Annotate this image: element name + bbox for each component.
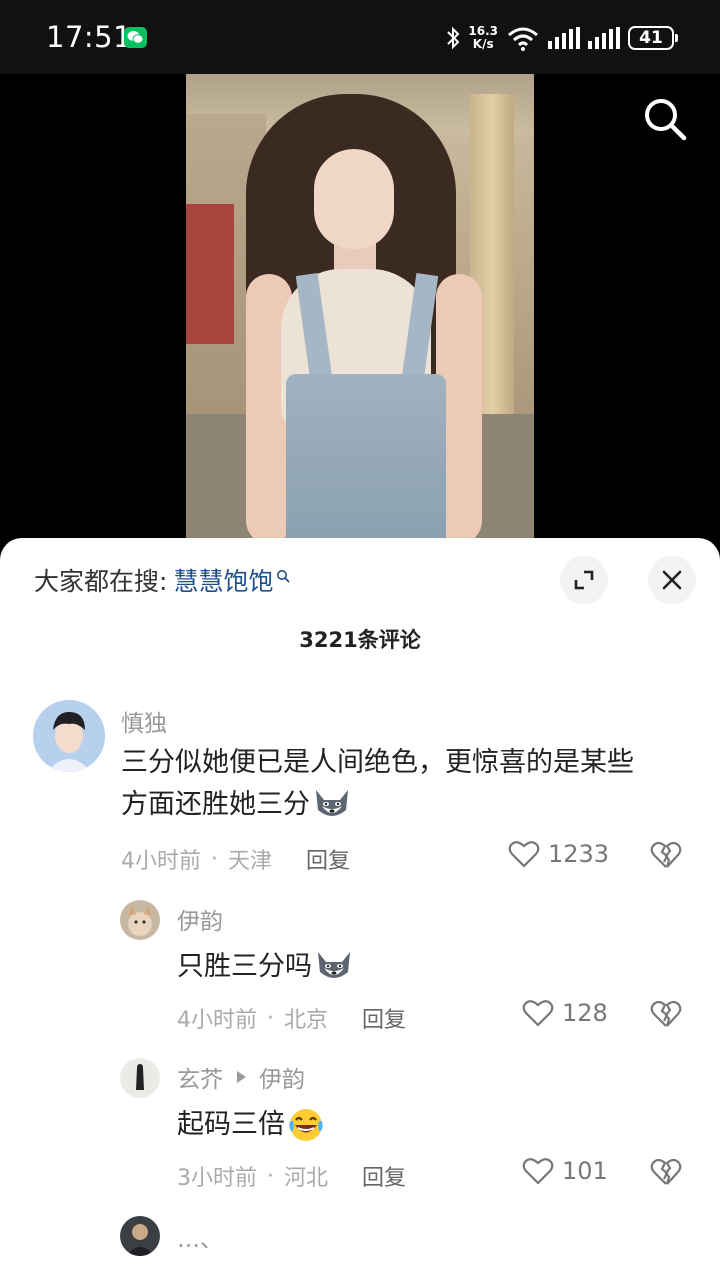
comment-text-line2-wrap: 方面还胜她三分 bbox=[121, 784, 634, 826]
like-count: 101 bbox=[562, 1157, 608, 1185]
battery-icon: 41 bbox=[628, 26, 678, 50]
battery-level: 41 bbox=[639, 28, 663, 48]
meta-separator: · bbox=[267, 1163, 274, 1189]
comment-text: 只胜三分吗 bbox=[177, 946, 354, 988]
comment-meta: 3小时前 · 河北 回复 bbox=[177, 1160, 406, 1192]
comment-location: 北京 bbox=[284, 1008, 329, 1033]
like-count: 1233 bbox=[548, 840, 610, 868]
net-speed: 16.3 K/s bbox=[468, 25, 498, 51]
signal-icon bbox=[588, 27, 620, 49]
meta-separator: · bbox=[211, 846, 218, 872]
comment-count: 3221条评论 bbox=[299, 628, 421, 652]
dislike-button[interactable] bbox=[650, 840, 682, 874]
expand-button[interactable] bbox=[560, 556, 608, 604]
heart-icon bbox=[522, 1158, 554, 1185]
screen: 17:51 16.3 K/s 41 大家都在搜: 慧慧饱饱 3221条评论 慎独… bbox=[0, 0, 720, 1267]
status-time: 17:51 bbox=[46, 20, 133, 54]
scene-door bbox=[186, 204, 234, 344]
comment-time: 3小时前 bbox=[177, 1166, 257, 1191]
comment-meta: 4小时前 · 天津 回复 bbox=[121, 843, 350, 875]
like-button[interactable]: 101 bbox=[522, 1156, 608, 1186]
comment-text-line: 方面还胜她三分 bbox=[121, 789, 310, 820]
figure-overalls bbox=[286, 374, 446, 544]
laughing-emoji-icon bbox=[289, 1109, 323, 1141]
comment-location: 河北 bbox=[284, 1166, 329, 1191]
search-icon bbox=[645, 99, 687, 141]
net-speed-unit: K/s bbox=[472, 37, 494, 51]
comment-text-line: 只胜三分吗 bbox=[177, 951, 312, 982]
signal-icon bbox=[548, 27, 580, 49]
close-button[interactable] bbox=[648, 556, 696, 604]
suggest-label: 大家都在搜: bbox=[34, 567, 168, 596]
comment-location: 天津 bbox=[228, 849, 273, 874]
like-count: 128 bbox=[562, 999, 608, 1027]
reply-to-username[interactable]: 伊韵 bbox=[259, 1060, 305, 1094]
comment-text-line: 起码三倍 bbox=[177, 1109, 285, 1140]
search-suggestion: 大家都在搜: 慧慧饱饱 bbox=[34, 562, 290, 598]
comment-meta: 4小时前 · 北京 回复 bbox=[177, 1002, 406, 1034]
comment-username[interactable]: 伊韵 bbox=[177, 902, 223, 936]
dislike-button[interactable] bbox=[650, 999, 682, 1033]
comment-text-line: 三分似她便已是人间绝色，更惊喜的是某些 bbox=[121, 747, 634, 778]
like-button[interactable]: 128 bbox=[522, 998, 608, 1028]
avatar[interactable] bbox=[120, 1216, 160, 1256]
heart-icon bbox=[522, 1000, 554, 1027]
heart-icon bbox=[508, 841, 540, 868]
caret-right-icon bbox=[237, 1071, 246, 1083]
comment-time: 4小时前 bbox=[177, 1008, 257, 1033]
comment-username-line: 玄芥 伊韵 bbox=[177, 1060, 305, 1094]
comment-text: 三分似她便已是人间绝色，更惊喜的是某些 方面还胜她三分 bbox=[121, 742, 634, 826]
avatar[interactable] bbox=[120, 1058, 160, 1098]
status-bar: 17:51 16.3 K/s 41 bbox=[0, 0, 720, 74]
comment-username[interactable]: …、 bbox=[177, 1220, 223, 1254]
meta-separator: · bbox=[267, 1005, 274, 1031]
comment-username[interactable]: 慎独 bbox=[121, 704, 167, 738]
avatar[interactable] bbox=[120, 900, 160, 940]
broken-heart-icon bbox=[650, 1000, 682, 1027]
video-player[interactable] bbox=[0, 74, 720, 544]
husky-emoji-icon bbox=[316, 790, 348, 816]
wechat-icon bbox=[124, 27, 147, 48]
dislike-button[interactable] bbox=[650, 1157, 682, 1191]
avatar[interactable] bbox=[33, 700, 105, 772]
figure-face bbox=[314, 149, 394, 249]
reply-button[interactable]: 回复 bbox=[306, 843, 350, 875]
close-icon bbox=[662, 570, 682, 590]
wifi-icon bbox=[508, 27, 538, 51]
broken-heart-icon bbox=[650, 1158, 682, 1185]
comment-username[interactable]: 玄芥 bbox=[177, 1060, 223, 1094]
suggest-link[interactable]: 慧慧饱饱 bbox=[173, 562, 273, 598]
status-icons: 16.3 K/s 41 bbox=[446, 22, 678, 54]
reply-button[interactable]: 回复 bbox=[362, 1002, 406, 1034]
broken-heart-icon bbox=[650, 841, 682, 868]
video-frame bbox=[186, 74, 534, 544]
comment-time: 4小时前 bbox=[121, 849, 201, 874]
search-button[interactable] bbox=[642, 96, 688, 142]
comment-sheet: 大家都在搜: 慧慧饱饱 3221条评论 慎独 三分似她便已是人间绝色，更惊喜的是… bbox=[0, 538, 720, 1267]
search-icon bbox=[277, 570, 290, 583]
like-button[interactable]: 1233 bbox=[508, 839, 609, 869]
reply-button[interactable]: 回复 bbox=[362, 1160, 406, 1192]
husky-emoji-icon bbox=[318, 952, 350, 978]
expand-icon bbox=[574, 570, 594, 590]
bluetooth-icon bbox=[447, 26, 460, 50]
comment-text: 起码三倍 bbox=[177, 1104, 325, 1146]
